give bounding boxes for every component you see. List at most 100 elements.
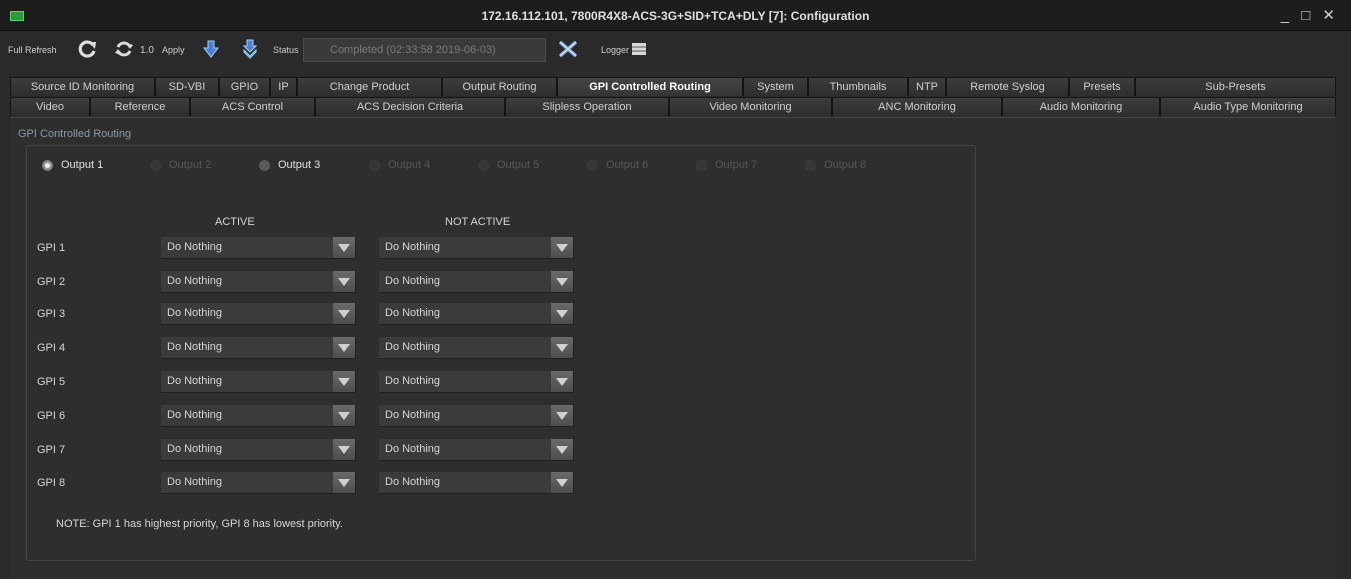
full-refresh-button[interactable]: [77, 38, 99, 60]
radio-indicator: [696, 159, 707, 171]
select-value: Do Nothing: [167, 341, 223, 353]
logger-label: Logger: [601, 45, 630, 55]
gpi-1-active-select[interactable]: Do Nothing: [161, 237, 356, 259]
tab-audio-type-monitoring[interactable]: Audio Type Monitoring: [1160, 97, 1336, 116]
tab-system[interactable]: System: [743, 77, 808, 96]
select-value: Do Nothing: [167, 476, 223, 488]
tab-ip[interactable]: IP: [270, 77, 297, 96]
gpi-label: GPI 4: [37, 342, 66, 354]
radio-output-8-label: Output 8: [824, 159, 867, 171]
priority-note: NOTE: GPI 1 has highest priority, GPI 8 …: [56, 518, 343, 530]
gpi-3-not-active-select[interactable]: Do Nothing: [379, 303, 574, 325]
gpi-8-not-active-select[interactable]: Do Nothing: [379, 472, 574, 494]
select-value: Do Nothing: [385, 476, 441, 488]
tab-gpio[interactable]: GPIO: [219, 77, 270, 96]
tab-gpi-controlled-routing[interactable]: GPI Controlled Routing: [557, 77, 743, 96]
radio-output-8[interactable]: Output 8: [805, 159, 866, 171]
dropdown-arrow-icon: [551, 405, 573, 426]
select-value: Do Nothing: [167, 307, 223, 319]
window-title-bar: 172.16.112.101, 7800R4X8-ACS-3G+SID+TCA+…: [0, 0, 1351, 31]
tab-presets[interactable]: Presets: [1069, 77, 1135, 96]
logger-button[interactable]: [557, 38, 579, 60]
log-view-button[interactable]: [628, 38, 650, 60]
apply-all-button[interactable]: [239, 38, 261, 60]
radio-output-7[interactable]: Output 7: [696, 159, 757, 171]
radio-output-4-label: Output 4: [388, 159, 431, 171]
select-value: Do Nothing: [385, 341, 441, 353]
radio-output-6[interactable]: Output 6: [587, 159, 648, 171]
select-value: Do Nothing: [385, 307, 441, 319]
window-controls[interactable]: _ □ ✕: [1281, 6, 1339, 24]
dropdown-arrow-icon: [333, 439, 355, 460]
dropdown-arrow-icon: [551, 472, 573, 493]
radio-indicator: [587, 159, 598, 171]
tab-video-monitoring[interactable]: Video Monitoring: [669, 97, 832, 116]
tab-sub-presets[interactable]: Sub-Presets: [1135, 77, 1336, 96]
auto-refresh-button[interactable]: [113, 38, 135, 60]
gpi-3-active-select[interactable]: Do Nothing: [161, 303, 356, 325]
gpi-4-active-select[interactable]: Do Nothing: [161, 337, 356, 359]
tab-sd-vbi[interactable]: SD-VBI: [155, 77, 219, 96]
dropdown-arrow-icon: [333, 237, 355, 258]
tab-output-routing[interactable]: Output Routing: [442, 77, 557, 96]
gpi-8-active-select[interactable]: Do Nothing: [161, 472, 356, 494]
select-value: Do Nothing: [385, 375, 441, 387]
gpi-7-not-active-select[interactable]: Do Nothing: [379, 439, 574, 461]
tab-anc-monitoring[interactable]: ANC Monitoring: [832, 97, 1002, 116]
radio-output-5[interactable]: Output 5: [478, 159, 539, 171]
gpi-4-not-active-select[interactable]: Do Nothing: [379, 337, 574, 359]
radio-output-4[interactable]: Output 4: [369, 159, 430, 171]
tab-audio-monitoring[interactable]: Audio Monitoring: [1002, 97, 1160, 116]
gpi-7-active-select[interactable]: Do Nothing: [161, 439, 356, 461]
dropdown-arrow-icon: [333, 303, 355, 324]
dropdown-arrow-icon: [551, 237, 573, 258]
gpi-6-active-select[interactable]: Do Nothing: [161, 405, 356, 427]
tab-slipless-operation[interactable]: Slipless Operation: [505, 97, 669, 116]
select-value: Do Nothing: [385, 275, 441, 287]
gpi-6-not-active-select[interactable]: Do Nothing: [379, 405, 574, 427]
table-icon: [632, 43, 646, 55]
dropdown-arrow-icon: [551, 337, 573, 358]
tab-acs-control[interactable]: ACS Control: [190, 97, 315, 116]
gpi-2-active-select[interactable]: Do Nothing: [161, 271, 356, 293]
select-value: Do Nothing: [167, 375, 223, 387]
select-value: Do Nothing: [167, 443, 223, 455]
window-title: 172.16.112.101, 7800R4X8-ACS-3G+SID+TCA+…: [481, 9, 870, 23]
gpi-label: GPI 5: [37, 376, 66, 388]
select-value: Do Nothing: [385, 409, 441, 421]
gpi-5-not-active-select[interactable]: Do Nothing: [379, 371, 574, 393]
tab-video[interactable]: Video: [10, 97, 90, 116]
gpi-label: GPI 1: [37, 242, 66, 254]
panel-title: GPI Controlled Routing: [18, 128, 132, 140]
gpi-2-not-active-select[interactable]: Do Nothing: [379, 271, 574, 293]
apply-button[interactable]: [200, 38, 222, 60]
apply-all-arrow-icon: [242, 39, 258, 59]
radio-output-6-label: Output 6: [606, 159, 649, 171]
dropdown-arrow-icon: [551, 439, 573, 460]
tab-remote-syslog[interactable]: Remote Syslog: [946, 77, 1069, 96]
column-header-not-active: NOT ACTIVE: [445, 216, 511, 228]
apply-arrow-icon: [202, 40, 220, 58]
refresh-rate[interactable]: 1.0: [140, 45, 154, 56]
refresh-icon: [78, 40, 96, 58]
tab-thumbnails[interactable]: Thumbnails: [808, 77, 908, 96]
radio-output-1-label: Output 1: [61, 159, 104, 171]
dropdown-arrow-icon: [551, 303, 573, 324]
tab-reference[interactable]: Reference: [90, 97, 190, 116]
cycle-refresh-icon: [115, 41, 133, 57]
radio-output-2[interactable]: Output 2: [150, 159, 211, 171]
tab-change-product[interactable]: Change Product: [297, 77, 442, 96]
radio-output-3[interactable]: Output 3: [259, 159, 320, 171]
tab-acs-decision-criteria[interactable]: ACS Decision Criteria: [315, 97, 505, 116]
dropdown-arrow-icon: [333, 337, 355, 358]
dropdown-arrow-icon: [333, 271, 355, 292]
gpi-label: GPI 8: [37, 477, 66, 489]
dropdown-arrow-icon: [333, 472, 355, 493]
full-refresh-label: Full Refresh: [8, 45, 57, 55]
gpi-1-not-active-select[interactable]: Do Nothing: [379, 237, 574, 259]
tab-source-id-monitoring[interactable]: Source ID Monitoring: [10, 77, 155, 96]
tab-ntp[interactable]: NTP: [908, 77, 946, 96]
gpi-5-active-select[interactable]: Do Nothing: [161, 371, 356, 393]
tab-row-2: Video Reference ACS Control ACS Decision…: [10, 97, 1336, 116]
radio-output-1[interactable]: Output 1: [42, 159, 103, 171]
